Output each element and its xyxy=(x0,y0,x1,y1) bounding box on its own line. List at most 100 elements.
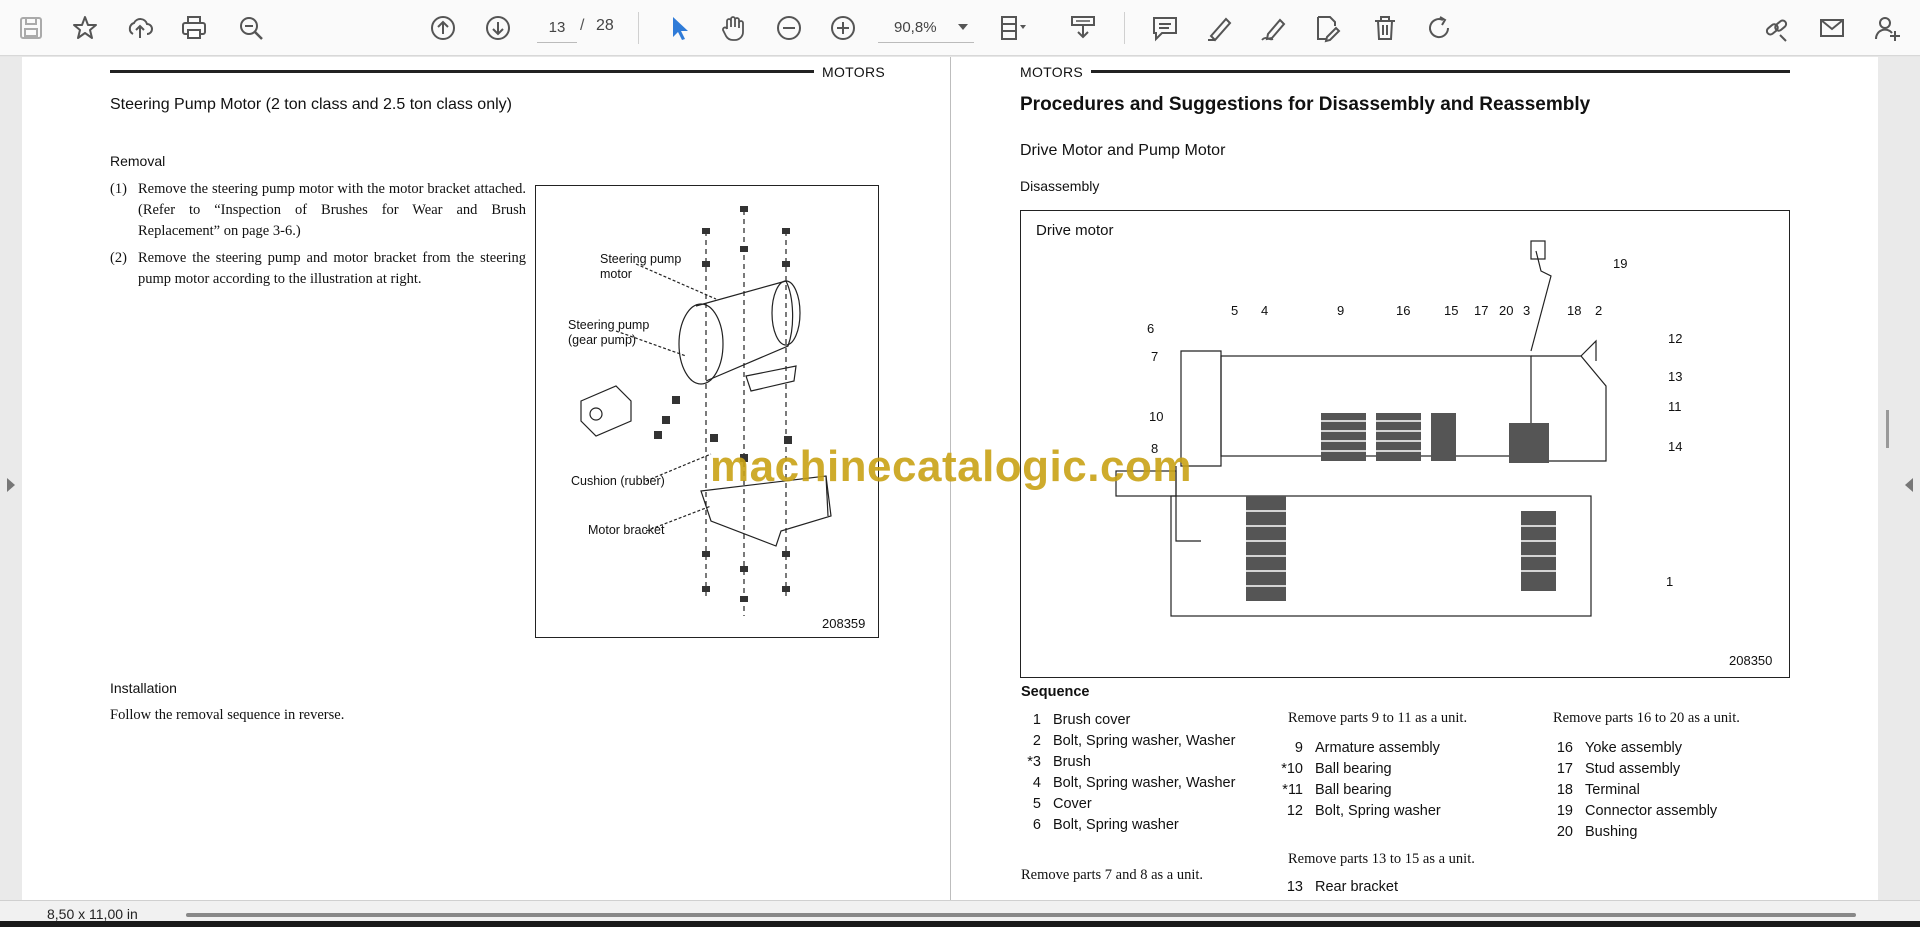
expand-right-panel-icon[interactable] xyxy=(1905,478,1913,492)
zoom-search-icon[interactable] xyxy=(232,9,270,47)
sequence-column-3: 16 Yoke assembly 17 Stud assembly 18 Termin… xyxy=(1541,738,1717,843)
comment-icon[interactable] xyxy=(1146,9,1184,47)
edit-pdf-icon[interactable] xyxy=(1308,9,1346,47)
list-item: *3 Brush xyxy=(1027,754,1091,770)
vertical-scrollbar[interactable] xyxy=(1886,410,1889,448)
list-item: 17 Stud assembly xyxy=(1556,761,1681,777)
note-parts-9-11: Remove parts 9 to 11 as a unit. xyxy=(1288,710,1468,726)
callout-18: 18 xyxy=(1567,303,1581,318)
label-motor-bracket: Motor bracket xyxy=(588,523,665,537)
page-title: Procedures and Suggestions for Disassemb… xyxy=(1020,94,1591,115)
callout-7: 7 xyxy=(1151,349,1158,364)
callout-11: 11 xyxy=(1668,399,1682,414)
note-parts-13-15: Remove parts 13 to 15 as a unit. xyxy=(1288,851,1475,867)
page-size-label: 8,50 x 11,00 in xyxy=(47,906,138,922)
sequence-column-2: 9 Armature assembly *10 Ball bearing *11 Ba… xyxy=(1271,738,1441,822)
removal-step-1: (1) Remove the steering pump motor with … xyxy=(110,179,526,242)
step-text: Remove the steering pump and motor brack… xyxy=(138,250,526,287)
list-item: 4 Bolt, Spring washer, Washer xyxy=(1032,775,1236,791)
header-rule xyxy=(110,70,819,73)
horizontal-scrollbar[interactable] xyxy=(186,913,1856,917)
callout-10: 10 xyxy=(1149,409,1163,424)
callout-9: 9 xyxy=(1337,303,1344,318)
callout-3: 3 xyxy=(1523,303,1530,318)
list-item: 5 Cover xyxy=(1032,796,1092,812)
list-item: *10 Ball bearing xyxy=(1281,761,1392,777)
step-number: (2) xyxy=(110,250,127,266)
page-header: MOTORS xyxy=(814,64,885,80)
callout-5: 5 xyxy=(1231,303,1238,318)
download-icon[interactable] xyxy=(1064,9,1102,47)
page-number-input[interactable] xyxy=(537,13,577,43)
zoom-value: 90,8% xyxy=(894,19,937,36)
figure-code: 208350 xyxy=(1729,653,1773,668)
list-item: 19 Connector assembly xyxy=(1556,803,1718,819)
callout-20: 20 xyxy=(1499,303,1513,318)
zoom-select[interactable]: 90,8% xyxy=(878,13,974,43)
list-item: 13 Rear bracket xyxy=(1286,879,1399,895)
zoom-out-icon[interactable] xyxy=(770,9,808,47)
sequence-title: Sequence xyxy=(1021,684,1090,700)
list-item: 6 Bolt, Spring washer xyxy=(1032,817,1179,833)
user-add-icon[interactable] xyxy=(1868,9,1906,47)
callout-6: 6 xyxy=(1147,321,1154,336)
bookmark-star-icon[interactable] xyxy=(66,9,104,47)
zoom-in-icon[interactable] xyxy=(824,9,862,47)
list-item: 18 Terminal xyxy=(1556,782,1640,798)
save-icon[interactable] xyxy=(12,9,50,47)
step-number: (1) xyxy=(110,181,127,197)
list-item: 12 Bolt, Spring washer xyxy=(1286,803,1441,819)
callout-17: 17 xyxy=(1474,303,1488,318)
sequence-column-1: 1 Brush cover 2 Bolt, Spring washer, Washe… xyxy=(1009,710,1235,836)
removal-heading: Removal xyxy=(110,153,166,169)
callout-15: 15 xyxy=(1444,303,1458,318)
collapse-left-panel-icon[interactable] xyxy=(7,478,15,492)
toolbar-divider xyxy=(1124,12,1125,44)
callout-1: 1 xyxy=(1666,574,1673,589)
page-up-icon[interactable] xyxy=(424,9,462,47)
list-item: 9 Armature assembly xyxy=(1294,740,1440,756)
print-icon[interactable] xyxy=(175,9,213,47)
callout-14: 14 xyxy=(1668,439,1682,454)
callout-16: 16 xyxy=(1396,303,1410,318)
disassembly-heading: Disassembly xyxy=(1020,178,1100,194)
watermark: machinecatalogic.com xyxy=(710,442,1192,491)
chevron-down-icon xyxy=(958,24,968,30)
callout-12: 12 xyxy=(1668,331,1682,346)
rotate-icon[interactable] xyxy=(1420,9,1458,47)
note-parts-7-8: Remove parts 7 and 8 as a unit. xyxy=(1021,867,1204,883)
page-total: 28 xyxy=(596,17,614,34)
page-header: MOTORS xyxy=(1020,64,1091,80)
toolbar-divider xyxy=(638,12,639,44)
sequence-column-2b: 13 Rear bracket xyxy=(1271,877,1398,898)
label-cushion: Cushion (rubber) xyxy=(571,474,665,488)
delete-icon[interactable] xyxy=(1366,9,1404,47)
removal-step-2: (2) Remove the steering pump and motor b… xyxy=(110,248,526,290)
upload-cloud-icon[interactable] xyxy=(121,9,159,47)
list-item: 1 Brush cover xyxy=(1032,712,1131,728)
subtitle: Drive Motor and Pump Motor xyxy=(1020,142,1226,159)
list-item: 2 Bolt, Spring washer, Washer xyxy=(1032,733,1236,749)
list-item: 16 Yoke assembly xyxy=(1556,740,1682,756)
link-icon[interactable] xyxy=(1758,9,1796,47)
header-rule xyxy=(1020,70,1790,73)
page-fit-icon[interactable] xyxy=(994,9,1032,47)
callout-19: 19 xyxy=(1613,256,1627,271)
callout-2: 2 xyxy=(1595,303,1602,318)
callout-13: 13 xyxy=(1668,369,1682,384)
select-cursor-icon[interactable] xyxy=(660,9,698,47)
page-separator: / xyxy=(580,17,585,34)
list-item: *11 Ball bearing xyxy=(1282,782,1392,798)
steering-pump-figure: Steering pump motor Steering pump (gear … xyxy=(535,185,879,638)
highlight-icon[interactable] xyxy=(1200,9,1238,47)
figure-code: 208359 xyxy=(822,616,866,631)
mail-icon[interactable] xyxy=(1813,9,1851,47)
sign-icon[interactable] xyxy=(1255,9,1293,47)
label-steering-pump-motor: Steering pump motor xyxy=(600,252,682,281)
toolbar: / 28 90,8% xyxy=(0,0,1920,56)
installation-heading: Installation xyxy=(110,680,177,696)
taskbar-strip xyxy=(0,921,1920,927)
page-down-icon[interactable] xyxy=(479,9,517,47)
hand-icon[interactable] xyxy=(714,9,752,47)
callout-4: 4 xyxy=(1261,303,1268,318)
